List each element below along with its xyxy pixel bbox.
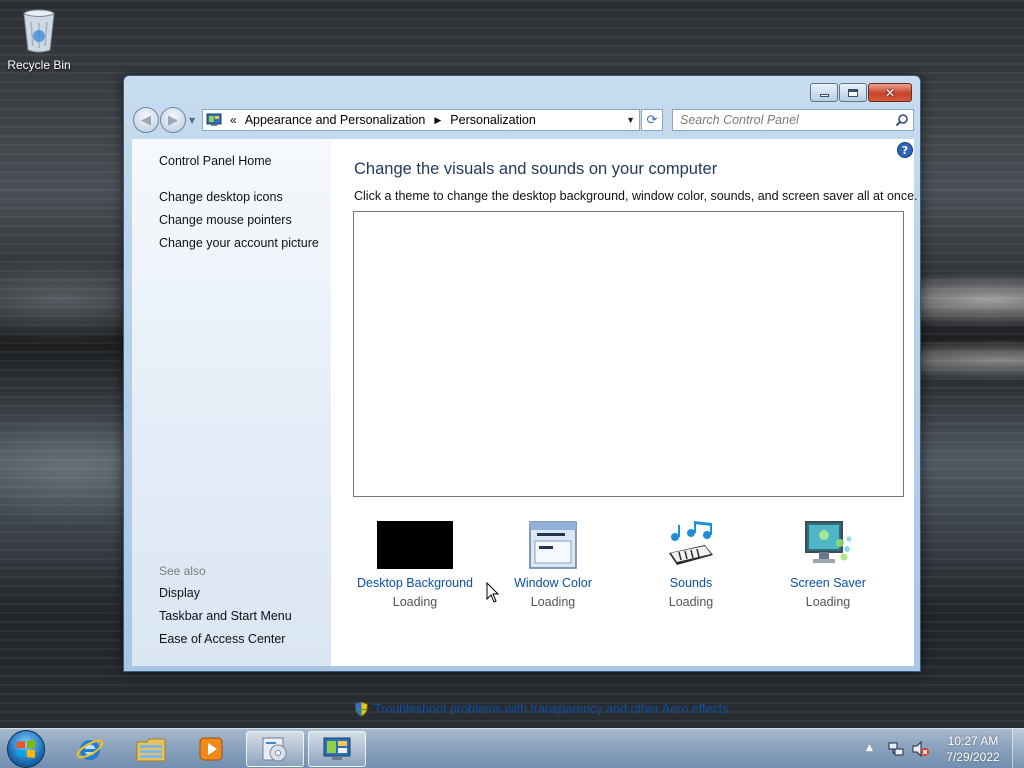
search-box[interactable] — [672, 109, 914, 131]
screen-saver-status: Loading — [805, 595, 851, 609]
recycle-bin-label: Recycle Bin — [7, 58, 71, 72]
screen-saver-icon — [805, 521, 852, 563]
media-player-button[interactable] — [182, 731, 240, 767]
personalization-window: ✕ ◀ ▶ ▼ « Appearance and Personalization… — [123, 75, 921, 717]
breadcrumb-overflow[interactable]: « — [230, 113, 237, 127]
help-icon[interactable]: ? — [897, 142, 913, 158]
control-panel-icon — [323, 737, 351, 760]
control-panel-home-link[interactable]: Control Panel Home — [159, 154, 272, 168]
back-button[interactable]: ◀ — [133, 107, 159, 133]
svg-text:?: ? — [902, 144, 908, 157]
system-clock[interactable]: 10:27 AM 7/29/2022 — [940, 733, 1006, 765]
start-button[interactable] — [7, 730, 45, 768]
network-icon[interactable] — [888, 741, 904, 757]
arrow-right-icon: ▶ — [168, 112, 178, 128]
mouse-cursor-icon — [486, 582, 500, 603]
media-player-icon — [199, 737, 223, 761]
search-icon[interactable] — [895, 113, 909, 127]
security-shield-icon — [354, 701, 369, 717]
tasks-pane: Control Panel Home Change desktop icons … — [132, 139, 331, 666]
window-color-link[interactable]: Window Color — [493, 576, 613, 590]
desktop-background-status: Loading — [392, 595, 438, 609]
arrow-left-icon: ◀ — [141, 112, 151, 128]
window-controls: ✕ — [810, 83, 912, 102]
screen-saver-tile[interactable]: Screen Saver Loading — [768, 517, 888, 609]
minimize-icon — [819, 94, 829, 97]
desktop-background-tile[interactable]: Desktop Background Loading — [355, 517, 475, 609]
close-button[interactable]: ✕ — [868, 83, 912, 102]
maximize-button[interactable] — [839, 83, 867, 102]
window-color-tile[interactable]: Window Color Loading — [493, 517, 613, 609]
main-content: ? Change the visuals and sounds on your … — [331, 139, 918, 717]
sounds-icon — [669, 521, 713, 565]
troubleshoot-row[interactable]: Troubleshoot problems with transparency … — [354, 701, 728, 717]
change-desktop-icons-link[interactable]: Change desktop icons — [159, 190, 283, 204]
recent-pages-dropdown[interactable]: ▼ — [189, 116, 195, 125]
media-center-icon — [262, 737, 287, 762]
search-input[interactable] — [680, 113, 880, 127]
chevron-down-icon[interactable]: ▼ — [626, 115, 635, 125]
see-also-heading: See also — [159, 564, 206, 578]
change-mouse-pointers-link[interactable]: Change mouse pointers — [159, 213, 292, 227]
windows-explorer-button[interactable] — [122, 731, 180, 767]
close-icon: ✕ — [884, 85, 896, 100]
sounds-tile[interactable]: Sounds Loading — [631, 517, 751, 609]
clock-time: 10:27 AM — [947, 734, 999, 748]
theme-list[interactable] — [353, 211, 904, 497]
recycle-bin-desktop-icon[interactable]: Recycle Bin — [6, 6, 72, 72]
refresh-button[interactable]: ⟳ — [641, 109, 663, 131]
windows-logo-icon — [17, 740, 35, 758]
volume-muted-icon[interactable] — [912, 741, 930, 757]
desktop-background-swatch — [377, 521, 453, 569]
desktop-background-link[interactable]: Desktop Background — [355, 576, 475, 590]
taskbar: ▲ 10:27 AM 7/29/2022 — [0, 728, 1024, 768]
navigation-bar: ◀ ▶ ▼ « Appearance and Personalization ▶… — [132, 107, 914, 135]
taskbar-and-start-menu-link[interactable]: Taskbar and Start Menu — [159, 609, 292, 623]
page-description: Click a theme to change the desktop back… — [354, 189, 918, 203]
show-hidden-icons-button[interactable]: ▲ — [866, 743, 873, 753]
media-center-button[interactable] — [246, 731, 304, 767]
control-panel-icon — [206, 113, 222, 126]
ease-of-access-center-link[interactable]: Ease of Access Center — [159, 632, 285, 646]
troubleshoot-aero-link[interactable]: Troubleshoot problems with transparency … — [374, 702, 728, 716]
show-desktop-button[interactable] — [1012, 729, 1024, 768]
maximize-icon — [848, 88, 858, 97]
screen-saver-link[interactable]: Screen Saver — [768, 576, 888, 590]
refresh-icon: ⟳ — [646, 112, 658, 128]
recycle-bin-icon — [23, 9, 55, 53]
chevron-right-icon[interactable]: ▶ — [434, 115, 441, 126]
change-account-picture-link[interactable]: Change your account picture — [159, 236, 319, 250]
window-color-icon — [529, 521, 577, 569]
clock-date: 7/29/2022 — [946, 750, 1000, 764]
sounds-status: Loading — [668, 595, 714, 609]
internet-explorer-button[interactable] — [61, 731, 119, 767]
windows-explorer-icon — [136, 738, 166, 762]
sounds-link[interactable]: Sounds — [631, 576, 751, 590]
forward-button[interactable]: ▶ — [160, 107, 186, 133]
display-link[interactable]: Display — [159, 586, 200, 600]
breadcrumb-appearance-and-personalization[interactable]: Appearance and Personalization — [245, 113, 426, 127]
address-bar[interactable]: « Appearance and Personalization ▶ Perso… — [202, 109, 640, 131]
control-panel-taskbar-button[interactable] — [308, 731, 366, 767]
minimize-button[interactable] — [810, 83, 838, 102]
window-color-status: Loading — [530, 595, 576, 609]
breadcrumb-personalization[interactable]: Personalization — [450, 113, 535, 127]
internet-explorer-icon — [76, 739, 104, 760]
page-title: Change the visuals and sounds on your co… — [354, 160, 718, 178]
